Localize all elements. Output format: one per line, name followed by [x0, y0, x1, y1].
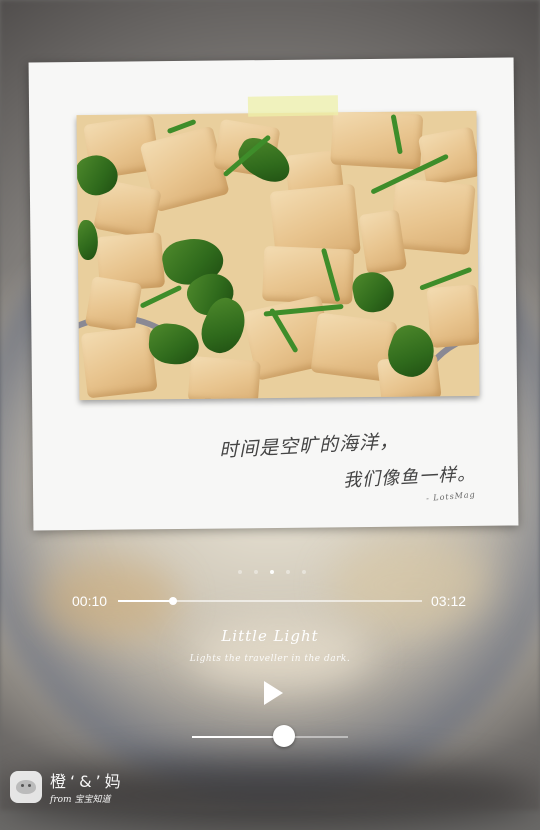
- page-dot[interactable]: [286, 570, 290, 574]
- tofu-piece: [80, 325, 158, 399]
- play-button[interactable]: [256, 678, 286, 708]
- total-duration: 03:12: [431, 593, 467, 609]
- wm-text: 橙‘&’妈 from 宝宝知道: [50, 768, 125, 805]
- tofu-piece: [84, 275, 143, 334]
- page-dot[interactable]: [302, 570, 306, 574]
- tofu-piece: [187, 355, 261, 401]
- tofu-piece: [417, 126, 480, 186]
- song-title: Little Light: [221, 627, 319, 645]
- baby-face-icon: [10, 770, 42, 803]
- watermark-subtitle: from 宝宝知道: [50, 795, 111, 805]
- elapsed-time: 00:10: [72, 593, 108, 609]
- green-pepper: [350, 268, 397, 316]
- wm-face: [16, 779, 36, 794]
- progress-fill: [118, 600, 173, 602]
- page-dot[interactable]: [254, 570, 258, 574]
- page-dot[interactable]: [238, 570, 242, 574]
- volume-knob[interactable]: [273, 725, 296, 747]
- watermark: 橙‘&’妈 from 宝宝知道: [10, 768, 125, 805]
- progress-bar[interactable]: [118, 597, 422, 605]
- watermark-title: 橙‘&’妈: [50, 772, 125, 791]
- bg-blur-spot: [330, 540, 490, 630]
- tape-strip: [247, 95, 339, 117]
- tofu-piece: [426, 284, 480, 349]
- progress-knob[interactable]: [168, 597, 177, 605]
- food-photo[interactable]: [76, 110, 480, 401]
- tofu-piece: [262, 245, 355, 305]
- tofu-piece: [330, 110, 424, 170]
- volume-slider[interactable]: [192, 725, 348, 747]
- page-indicator[interactable]: [238, 570, 306, 576]
- page-dot[interactable]: [270, 570, 274, 574]
- song-subtitle: Lights the traveller in the dark.: [189, 654, 351, 664]
- volume-fill: [192, 736, 285, 738]
- play-icon: [263, 681, 283, 705]
